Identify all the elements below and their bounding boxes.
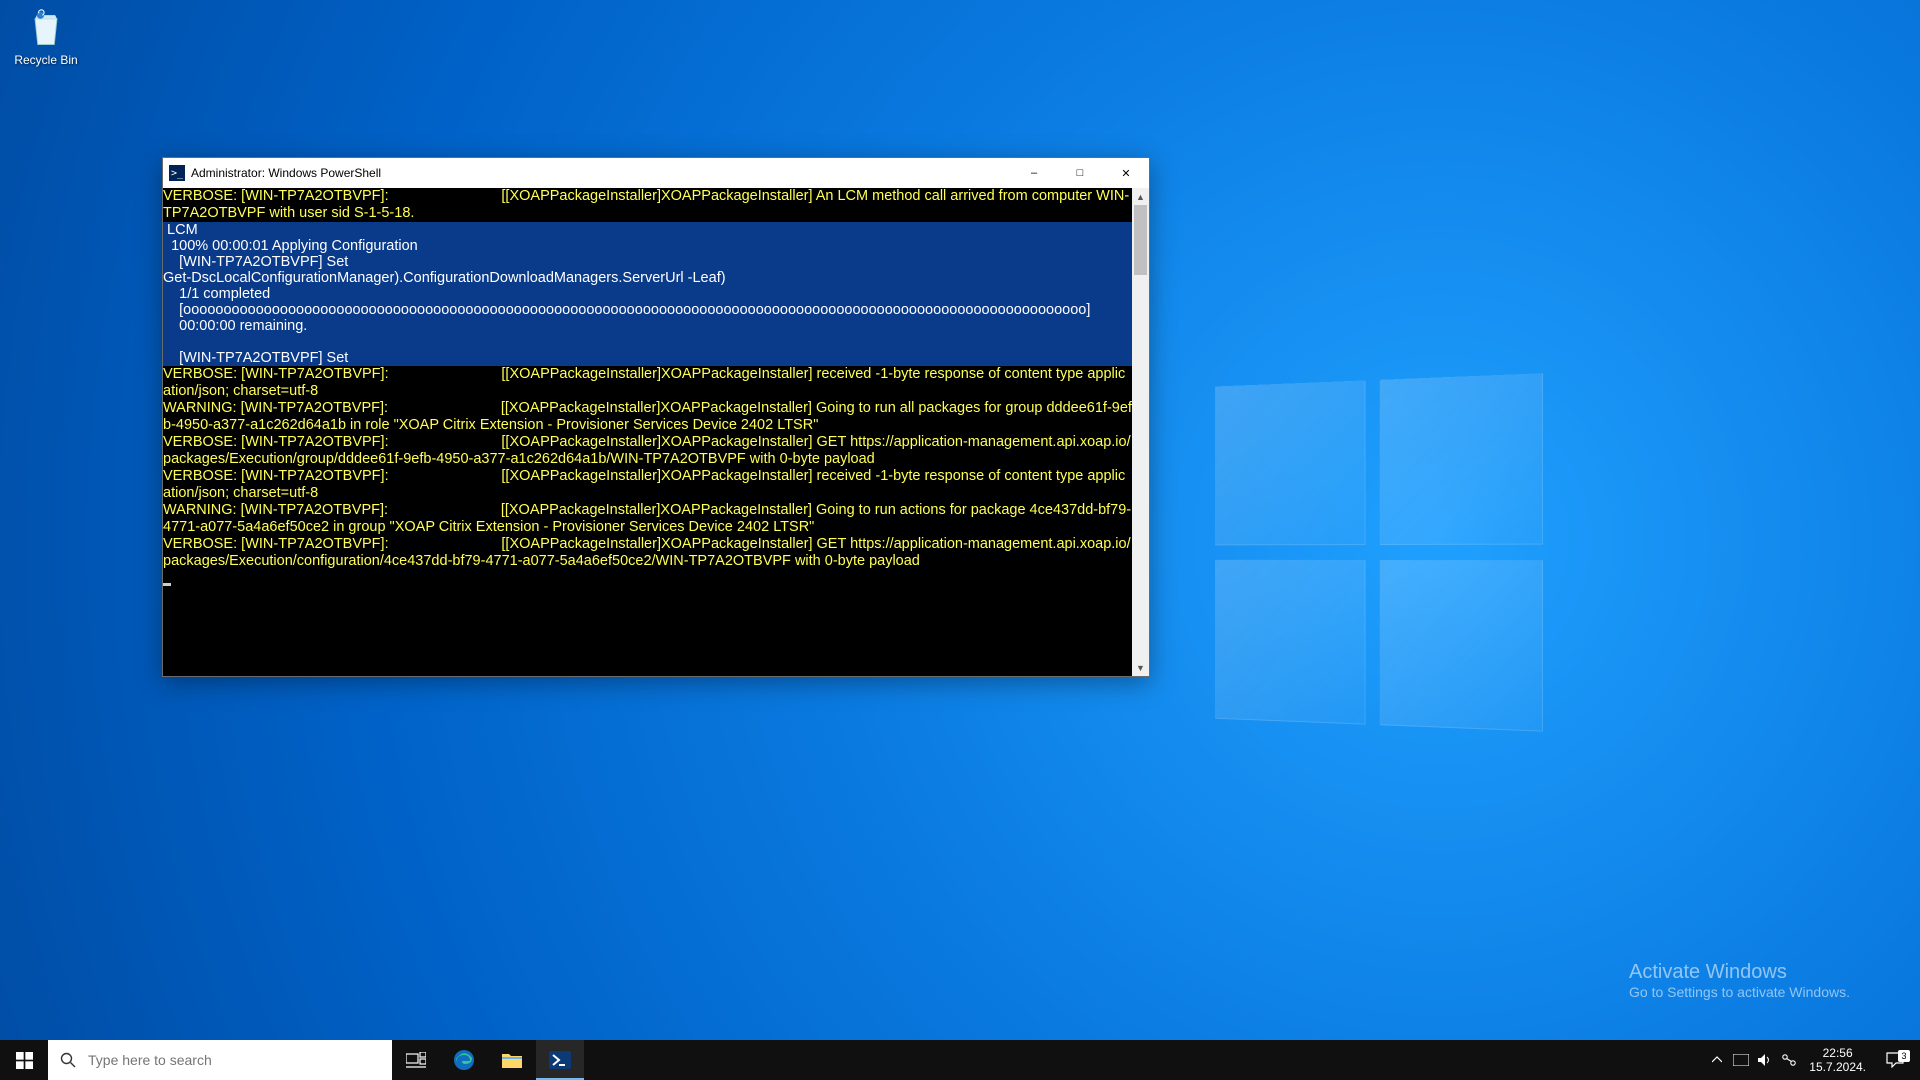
scrollbar-down-arrow-icon[interactable]: ▼ [1132, 659, 1149, 676]
maximize-button[interactable]: □ [1057, 158, 1103, 188]
activation-watermark: Activate Windows Go to Settings to activ… [1629, 961, 1850, 1000]
tray-input-icon[interactable] [1729, 1054, 1753, 1066]
taskbar-clock[interactable]: 22:56 15.7.2024. [1801, 1046, 1874, 1074]
console-line: WARNING: [WIN-TP7A2OTBVPF]: [[XOAPPackag… [163, 400, 1132, 433]
system-tray[interactable]: 22:56 15.7.2024. 3 [1705, 1040, 1920, 1080]
powershell-body: VERBOSE: [WIN-TP7A2OTBVPF]: [[XOAPPackag… [163, 188, 1149, 676]
taskbar-app-edge[interactable] [440, 1040, 488, 1080]
search-icon [48, 1052, 88, 1068]
powershell-taskbar-icon [549, 1051, 571, 1069]
scrollbar-thumb[interactable] [1134, 205, 1147, 275]
console-line: VERBOSE: [WIN-TP7A2OTBVPF]: [[XOAPPackag… [163, 468, 1125, 501]
tray-overflow-icon[interactable] [1705, 1056, 1729, 1064]
windows-logo-wallpaper [1215, 373, 1548, 737]
window-title: Administrator: Windows PowerShell [191, 166, 381, 180]
close-button[interactable]: ✕ [1103, 158, 1149, 188]
console-line: VERBOSE: [WIN-TP7A2OTBVPF]: [[XOAPPackag… [163, 188, 1129, 221]
console-line: VERBOSE: [WIN-TP7A2OTBVPF]: [[XOAPPackag… [163, 366, 1125, 399]
start-button[interactable] [0, 1040, 48, 1080]
clock-time: 22:56 [1809, 1046, 1866, 1060]
powershell-window[interactable]: >_ Administrator: Windows PowerShell – □… [162, 157, 1150, 677]
search-input[interactable] [88, 1052, 392, 1068]
powershell-console[interactable]: VERBOSE: [WIN-TP7A2OTBVPF]: [[XOAPPackag… [163, 188, 1132, 676]
console-line: VERBOSE: [WIN-TP7A2OTBVPF]: [[XOAPPackag… [163, 536, 1131, 569]
edge-icon [453, 1049, 475, 1071]
taskbar-search[interactable] [48, 1040, 392, 1080]
watermark-subtitle: Go to Settings to activate Windows. [1629, 984, 1850, 1000]
task-view-icon [406, 1052, 426, 1068]
console-line: VERBOSE: [WIN-TP7A2OTBVPF]: [[XOAPPackag… [163, 434, 1131, 467]
console-progress-block: LCM 100% 00:00:01 Applying Configuration… [163, 222, 1132, 366]
action-center-button[interactable]: 3 [1874, 1052, 1916, 1068]
task-view-button[interactable] [392, 1040, 440, 1080]
console-cursor [163, 583, 171, 586]
powershell-icon: >_ [169, 165, 185, 181]
recycle-bin-icon [24, 6, 68, 50]
taskbar-app-powershell[interactable] [536, 1040, 584, 1080]
file-explorer-icon [501, 1051, 523, 1069]
taskbar-app-explorer[interactable] [488, 1040, 536, 1080]
taskbar[interactable]: 22:56 15.7.2024. 3 [0, 1040, 1920, 1080]
windows-logo-icon [16, 1052, 33, 1069]
console-line: WARNING: [WIN-TP7A2OTBVPF]: [[XOAPPackag… [163, 502, 1131, 535]
notification-badge: 3 [1898, 1050, 1910, 1062]
scrollbar-up-arrow-icon[interactable]: ▲ [1132, 188, 1149, 205]
clock-date: 15.7.2024. [1809, 1060, 1866, 1074]
recycle-bin-desktop-icon[interactable]: Recycle Bin [8, 6, 84, 67]
watermark-title: Activate Windows [1629, 961, 1850, 984]
desktop[interactable]: Recycle Bin Activate Windows Go to Setti… [0, 0, 1920, 1080]
tray-network-icon[interactable] [1777, 1053, 1801, 1067]
powershell-scrollbar[interactable]: ▲ ▼ [1132, 188, 1149, 676]
minimize-button[interactable]: – [1011, 158, 1057, 188]
recycle-bin-label: Recycle Bin [8, 53, 84, 67]
powershell-titlebar[interactable]: >_ Administrator: Windows PowerShell – □… [163, 158, 1149, 188]
tray-volume-icon[interactable] [1753, 1053, 1777, 1067]
